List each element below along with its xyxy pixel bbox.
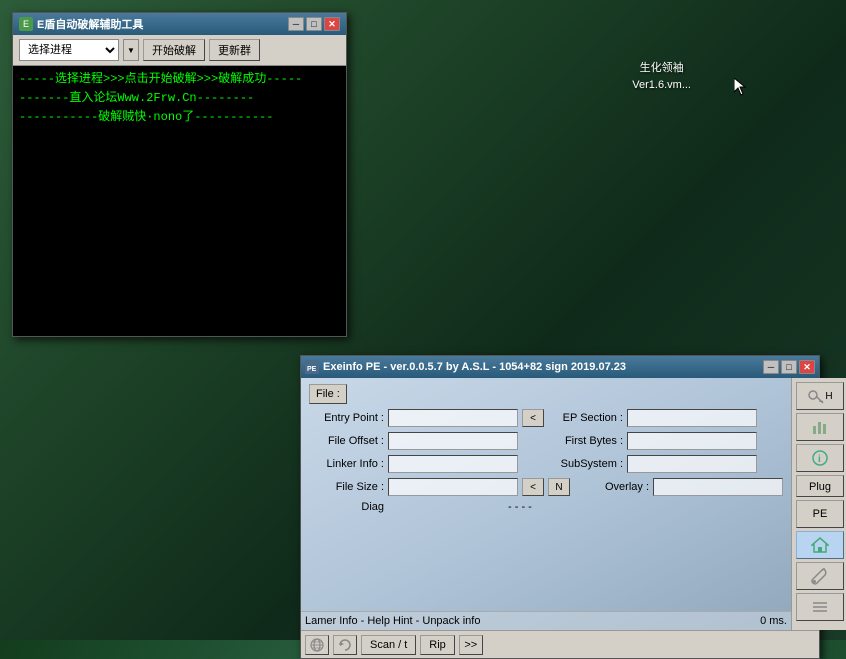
svg-text:i: i [818,454,821,465]
console-line-3: -----------破解贼快·nono了----------- [19,108,340,127]
exeinfo-title-text: Exeinfo PE - ver.0.0.5.7 by A.S.L - 1054… [323,361,626,373]
exeinfo-form: File : Entry Point : < EP Section : File… [301,378,791,630]
status-label: Lamer Info - Help Hint - Unpack info [305,615,756,627]
console-line-1: -----选择进程>>>点击开始破解>>>破解成功----- [19,70,340,89]
svg-text:PE: PE [307,366,317,373]
exeinfo-close-button[interactable]: ✕ [799,360,815,374]
pe-label-button[interactable]: PE [796,500,844,528]
ep-button[interactable]: < [522,409,544,427]
file-size-lt-button[interactable]: < [522,478,544,496]
diag-label: Diag [309,501,384,513]
exeinfo-titlebar: PE Exeinfo PE - ver.0.0.5.7 by A.S.L - 1… [301,356,819,378]
edun-close-button[interactable]: ✕ [324,17,340,31]
key-icon-button[interactable]: H [796,382,844,410]
edun-toolbar: 选择进程 ▼ 开始破解 更新群 [13,35,346,66]
file-size-row: File Size : < N Overlay : [309,478,783,496]
subsystem-input[interactable] [627,455,757,473]
home-icon [811,536,829,554]
edun-window-controls: ─ □ ✕ [288,17,340,31]
plug-button[interactable]: Plug [796,475,844,497]
edun-window: E E盾自动破解辅助工具 ─ □ ✕ 选择进程 ▼ 开始破解 更新群 -----… [12,12,347,337]
exeinfo-maximize-button[interactable]: □ [781,360,797,374]
desktop-icon-apple[interactable]: 生化领袖 Ver1.6.vm... [632,55,691,91]
ep-section-label: EP Section : [548,412,623,424]
exeinfo-window: PE Exeinfo PE - ver.0.0.5.7 by A.S.L - 1… [300,355,820,659]
edun-titlebar: E E盾自动破解辅助工具 ─ □ ✕ [13,13,346,35]
file-button[interactable]: File : [309,384,347,404]
file-row: File : [309,384,783,404]
start-crack-button[interactable]: 开始破解 [143,39,205,61]
pe-label: PE [813,508,828,520]
lines-icon [811,598,829,616]
info-icon-button[interactable]: i [796,444,844,472]
exeinfo-right-panel: H i Plug PE [791,378,846,630]
file-offset-input[interactable] [388,432,518,450]
entry-point-input[interactable] [388,409,518,427]
status-time: 0 ms. [760,615,787,627]
linker-info-input[interactable] [388,455,518,473]
status-row: Lamer Info - Help Hint - Unpack info 0 m… [301,611,791,630]
desktop-icon-label1: 生化领袖 [640,59,684,75]
file-offset-row: File Offset : First Bytes : [309,432,783,450]
lines-icon-button[interactable] [796,593,844,621]
update-group-button[interactable]: 更新群 [209,39,260,61]
exeinfo-minimize-button[interactable]: ─ [763,360,779,374]
wrench-icon [811,567,829,585]
file-offset-label: File Offset : [309,435,384,447]
edun-app-icon: E [19,17,33,31]
exeinfo-window-controls: ─ □ ✕ [763,360,815,374]
exeinfo-body: Exeinfo Pe File : Entry Point : < EP Sec… [301,378,819,630]
first-bytes-label: First Bytes : [548,435,623,447]
key-h-label: H [825,391,832,402]
overlay-input[interactable] [653,478,783,496]
file-size-input[interactable] [388,478,518,496]
desktop-icon-label2: Ver1.6.vm... [632,79,691,91]
exeinfo-bottom-bar: Scan / t Rip >> [301,630,819,658]
edun-console: -----选择进程>>>点击开始破解>>>破解成功----- -------直入… [13,66,346,336]
edun-title-text: E盾自动破解辅助工具 [37,16,143,32]
overlay-label: Overlay : [574,481,649,493]
globe-icon [309,637,325,653]
barchart-icon [811,418,829,436]
key-icon [807,387,825,405]
arrow-button[interactable]: >> [459,635,483,655]
exeinfo-title-left: PE Exeinfo PE - ver.0.0.5.7 by A.S.L - 1… [305,360,626,374]
barchart-icon-button[interactable] [796,413,844,441]
rip-button[interactable]: Rip [420,635,455,655]
linker-info-row: Linker Info : SubSystem : [309,455,783,473]
subsystem-label: SubSystem : [548,458,623,470]
file-size-n-button[interactable]: N [548,478,570,496]
home-icon-button[interactable] [796,531,844,559]
file-size-label: File Size : [309,481,384,493]
edun-title-left: E E盾自动破解辅助工具 [19,16,143,32]
edun-minimize-button[interactable]: ─ [288,17,304,31]
process-select[interactable]: 选择进程 [19,39,119,61]
diag-value: - - - - [508,501,532,513]
edun-maximize-button[interactable]: □ [306,17,322,31]
scan-button[interactable]: Scan / t [361,635,416,655]
globe-icon-button[interactable] [305,635,329,655]
ep-section-input[interactable] [627,409,757,427]
refresh-icon-button[interactable] [333,635,357,655]
linker-info-label: Linker Info : [309,458,384,470]
process-select-dropdown[interactable]: ▼ [123,39,139,61]
info-icon: i [811,449,829,467]
exeinfo-app-icon: PE [305,360,319,374]
form-status-bar: Lamer Info - Help Hint - Unpack info 0 m… [301,611,791,630]
first-bytes-input[interactable] [627,432,757,450]
console-line-2: -------直入论坛Www.2Frw.Cn-------- [19,89,340,108]
entry-point-row: Entry Point : < EP Section : [309,409,783,427]
diag-row: Diag - - - - [309,501,783,513]
entry-point-label: Entry Point : [309,412,384,424]
wrench-icon-button[interactable] [796,562,844,590]
refresh-icon [337,637,353,653]
